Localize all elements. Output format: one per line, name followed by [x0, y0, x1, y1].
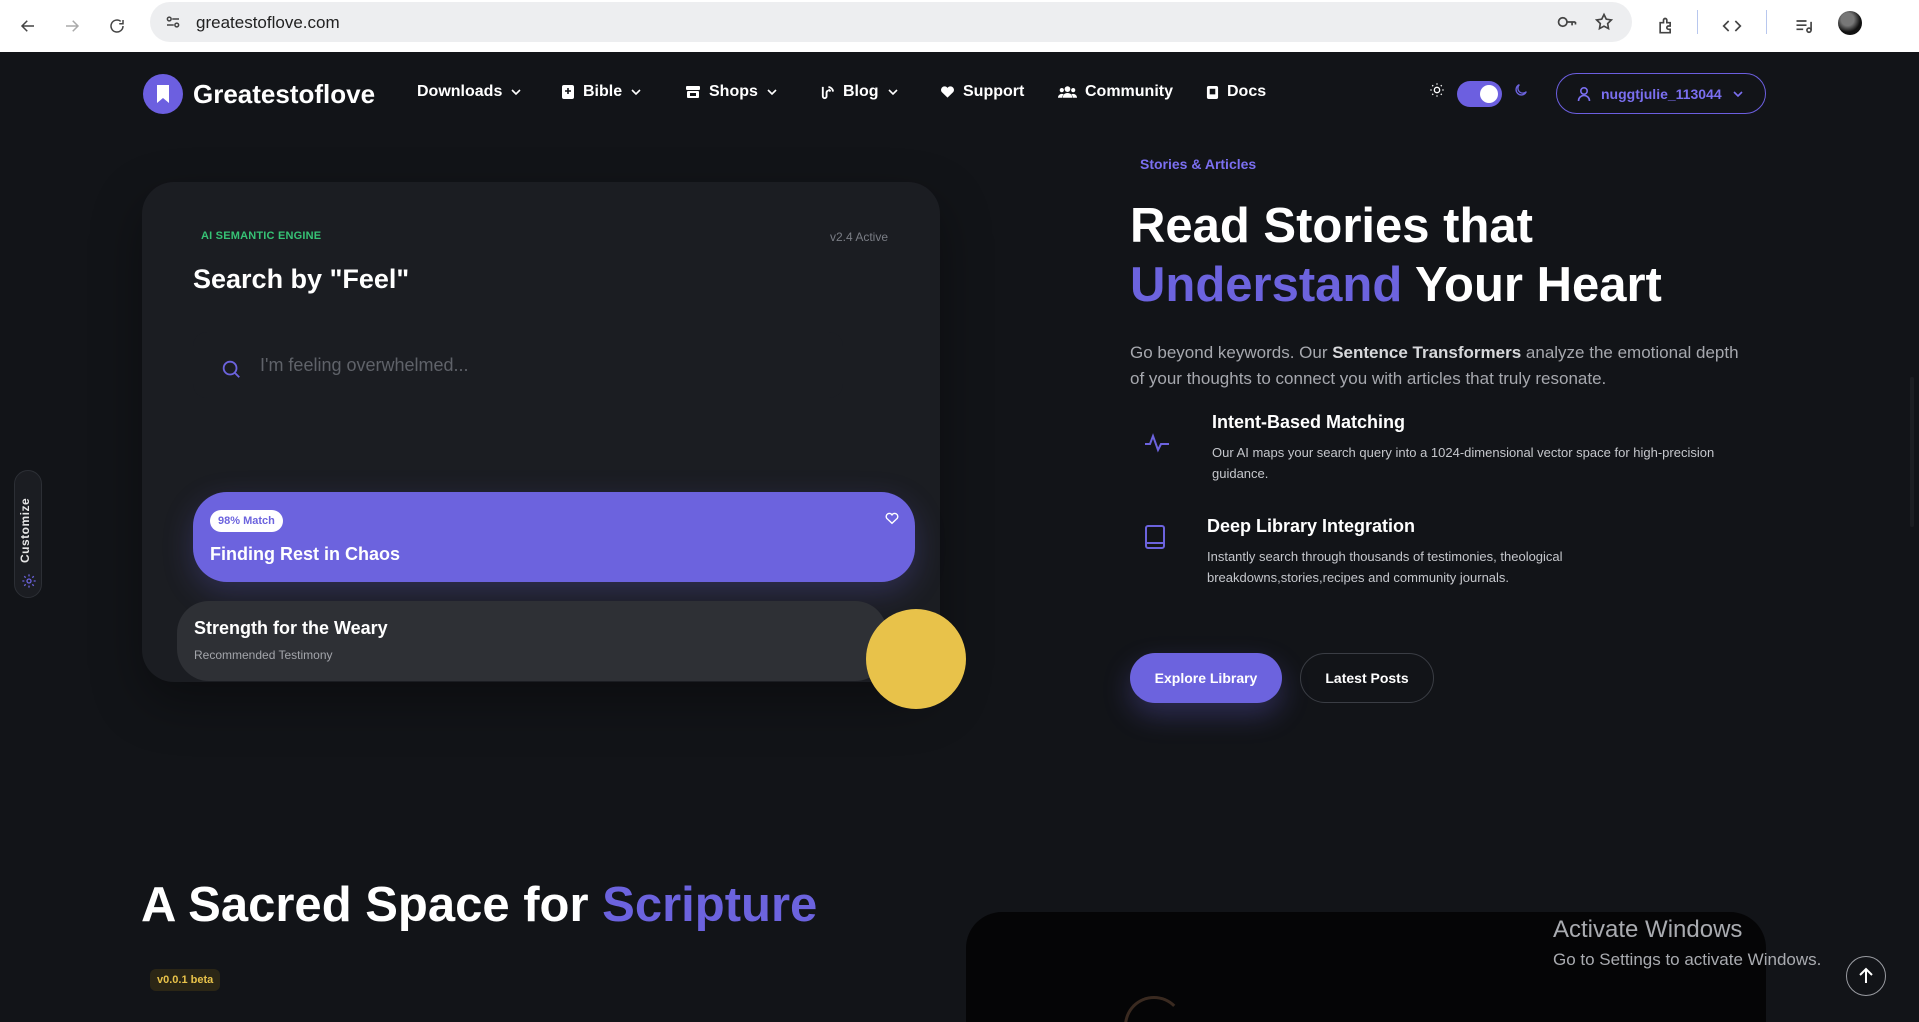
nav-label: Shops	[709, 83, 758, 100]
arrow-up-icon	[1859, 967, 1873, 983]
user-menu-button[interactable]: nuggtjulie_113044	[1556, 73, 1766, 114]
profile-avatar[interactable]	[1838, 11, 1862, 35]
match-badge: 98% Match	[210, 510, 283, 532]
feature-title: Deep Library Integration	[1207, 516, 1416, 536]
toggle-knob	[1480, 85, 1498, 103]
site-page: Greatestoflove Downloads Bible Shops Blo…	[0, 52, 1919, 1022]
windows-activation-watermark: Activate Windows Go to Settings to activ…	[1553, 916, 1821, 970]
users-icon	[1058, 86, 1077, 98]
back-icon[interactable]	[12, 10, 44, 42]
engine-label: AI SEMANTIC ENGINE	[201, 230, 322, 242]
browser-toolbar: greatestoflove.com	[0, 0, 1919, 52]
devtools-icon[interactable]	[1716, 10, 1748, 42]
nav-blog[interactable]: Blog	[820, 83, 899, 101]
nav-support[interactable]: Support	[940, 83, 1024, 101]
explore-library-button[interactable]: Explore Library	[1130, 653, 1282, 703]
result-title: Finding Rest in Chaos	[210, 544, 401, 564]
nav-label: Support	[963, 83, 1025, 100]
user-icon	[1577, 86, 1591, 101]
nav-label: Community	[1085, 83, 1173, 100]
activity-icon	[1144, 432, 1170, 459]
site-info-icon[interactable]	[164, 13, 182, 36]
gear-icon	[21, 573, 37, 594]
extensions-icon[interactable]	[1650, 10, 1682, 42]
address-bar[interactable]: greatestoflove.com	[150, 2, 1632, 42]
nav-docs[interactable]: Docs	[1206, 83, 1266, 101]
beta-badge: v0.0.1 beta	[150, 969, 221, 991]
nav-label: Docs	[1227, 83, 1267, 100]
toolbar-separator	[1697, 10, 1698, 34]
version-label: v2.4 Active	[829, 230, 888, 244]
chevron-down-icon	[1733, 90, 1743, 97]
latest-posts-button[interactable]: Latest Posts	[1300, 653, 1434, 703]
theme-toggle[interactable]	[1457, 81, 1502, 107]
password-key-icon[interactable]	[1556, 13, 1578, 36]
result-title: Strength for the Weary	[194, 618, 388, 638]
result-card-secondary[interactable]: Strength for the Weary Recommended Testi…	[177, 601, 887, 681]
heart-icon	[941, 86, 954, 98]
hero-title: Read Stories that Understand Your Heart	[1130, 197, 1662, 315]
scripture-section-title: A Sacred Space for Scripture	[141, 877, 817, 933]
feature-description: Our AI maps your search query into a 102…	[1212, 445, 1715, 481]
result-subtitle: Recommended Testimony	[194, 648, 333, 662]
hero-title-accent: Understand	[1130, 258, 1403, 312]
desc-prefix: Go beyond keywords. Our	[1130, 343, 1333, 362]
username: nuggtjulie_113044	[1601, 85, 1722, 102]
scroll-to-top-button[interactable]	[1846, 956, 1886, 996]
hero-description: Go beyond keywords. Our Sentence Transfo…	[1130, 340, 1750, 392]
chevron-down-icon	[767, 89, 777, 96]
decorative-yellow-circle	[866, 609, 966, 709]
customize-tab[interactable]: Customize	[14, 470, 42, 598]
customize-label: Customize	[18, 497, 32, 563]
blog-icon	[821, 85, 835, 99]
nav-label: Bible	[583, 83, 623, 100]
watermark-line1: Activate Windows	[1553, 916, 1743, 943]
heart-icon[interactable]	[885, 512, 899, 530]
nav-shops[interactable]: Shops	[685, 83, 778, 101]
nav-community[interactable]: Community	[1058, 83, 1173, 101]
panel-image-fragment	[1124, 996, 1184, 1022]
hero-title-rest: Your Heart	[1415, 258, 1662, 312]
scripture-title-prefix: A Sacred Space for	[141, 878, 589, 932]
nav-downloads[interactable]: Downloads	[417, 83, 522, 101]
sun-icon[interactable]	[1429, 82, 1445, 103]
moon-icon[interactable]	[1513, 82, 1529, 103]
docs-icon	[1206, 85, 1219, 99]
forward-icon[interactable]	[56, 10, 88, 42]
chevron-down-icon	[887, 89, 898, 96]
search-icon	[220, 358, 242, 385]
feature-title: Intent-Based Matching	[1212, 412, 1406, 432]
semantic-search-card: AI SEMANTIC ENGINE v2.4 Active Search by…	[142, 182, 940, 682]
site-header: Greatestoflove Downloads Bible Shops Blo…	[0, 52, 1919, 136]
logo-bookmark-icon[interactable]	[143, 74, 183, 114]
chevron-down-icon	[631, 89, 641, 96]
nav-label: Blog	[843, 83, 879, 100]
chevron-down-icon	[511, 89, 521, 96]
watermark-line2: Go to Settings to activate Windows.	[1553, 950, 1822, 969]
nav-label: Downloads	[417, 83, 503, 100]
nav-bible[interactable]: Bible	[561, 83, 642, 101]
store-icon	[686, 86, 700, 98]
feature-description: Instantly search through thousands of te…	[1207, 549, 1563, 585]
book-open-icon	[1144, 524, 1166, 555]
page-scrollbar[interactable]	[1910, 377, 1914, 527]
media-controls-icon[interactable]	[1788, 10, 1820, 42]
section-eyebrow: Stories & Articles	[1140, 156, 1257, 172]
url-text: greatestoflove.com	[196, 13, 340, 32]
bookmark-star-icon[interactable]	[1594, 12, 1614, 37]
result-card-primary[interactable]: 98% Match Finding Rest in Chaos	[193, 492, 915, 582]
desc-bold: Sentence Transformers	[1332, 343, 1522, 362]
logo-text[interactable]: Greatestoflove	[193, 79, 375, 110]
hero-title-line1: Read Stories that	[1130, 199, 1533, 253]
feel-search-input[interactable]	[260, 351, 760, 379]
card-title: Search by "Feel"	[193, 264, 410, 294]
toolbar-separator	[1766, 10, 1767, 34]
scripture-title-accent: Scripture	[602, 878, 818, 932]
book-icon	[562, 85, 574, 99]
reload-icon[interactable]	[101, 10, 133, 42]
